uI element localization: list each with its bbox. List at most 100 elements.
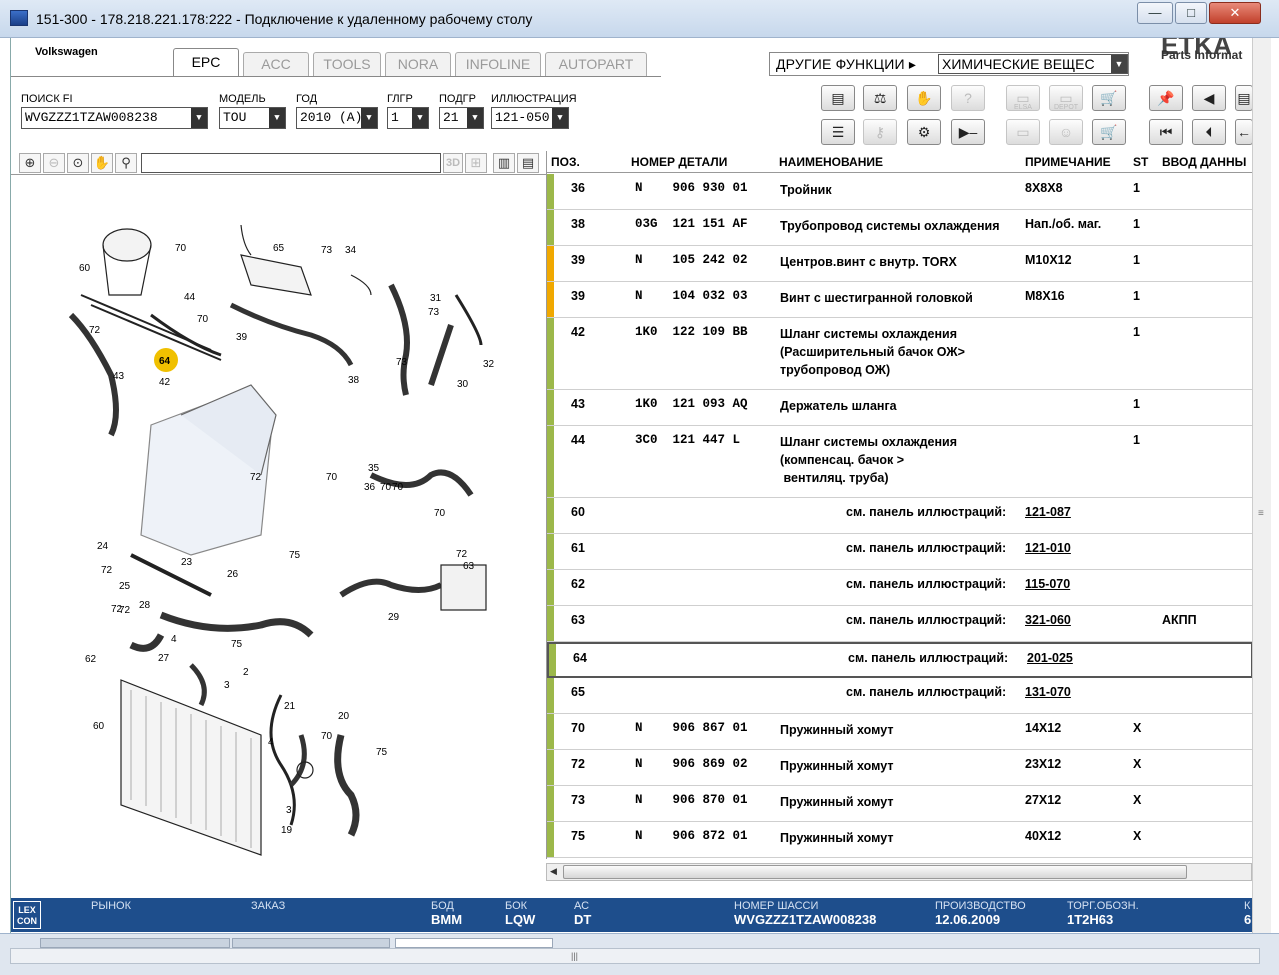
chevron-down-icon[interactable]: ▼ (1111, 55, 1127, 73)
pin-icon[interactable]: 📌 (1149, 85, 1183, 111)
col-name[interactable]: НАИМЕНОВАНИЕ (779, 155, 883, 169)
callout-label[interactable]: 70 (175, 243, 187, 254)
table-row[interactable]: 70 N 906 867 01 Пружинный хомут 14X12 X (547, 714, 1252, 750)
list-icon[interactable]: ☰ (821, 119, 855, 145)
callout-label[interactable]: 43 (113, 371, 125, 382)
callout-label[interactable]: 73 (396, 357, 408, 368)
callout-label[interactable]: 21 (284, 701, 296, 712)
search-fi-input[interactable]: WVGZZZ1TZAW008238 ▼ (21, 107, 208, 129)
people-icon[interactable]: ☺ (1049, 119, 1083, 145)
zoom-in-icon[interactable]: ⊕ (19, 153, 41, 173)
callout-label[interactable]: 75 (289, 550, 301, 561)
callout-label[interactable]: 20 (338, 711, 350, 722)
callout-label[interactable]: 30 (457, 379, 469, 390)
3d-button[interactable]: 3D (443, 153, 463, 173)
table-row[interactable]: 39 N 105 242 02 Центров.винт с внутр. TORX… (547, 246, 1252, 282)
callout-label[interactable]: 72 (89, 325, 101, 336)
callout-label[interactable]: 65 (273, 243, 285, 254)
table-row[interactable]: 75 N 906 872 01 Пружинный хомут 40X12 X (547, 822, 1252, 858)
table-row[interactable]: 60 см. панель иллюстраций: 121-087 (547, 498, 1252, 534)
task-item[interactable] (232, 938, 390, 948)
prev-page-icon[interactable]: ⏴ (1192, 119, 1226, 145)
callout-label[interactable]: 72 (101, 565, 113, 576)
back-page-icon[interactable]: ◀ (1192, 85, 1226, 111)
callout-label[interactable]: 60 (93, 721, 105, 732)
year-select[interactable]: 2010 (A) ▼ (296, 107, 378, 129)
callout-label[interactable]: 3 (224, 680, 230, 691)
monitor-icon[interactable]: ▭ (1006, 119, 1040, 145)
chevron-down-icon[interactable]: ▼ (361, 108, 377, 128)
col-pos[interactable]: ПОЗ. (551, 155, 580, 169)
callout-label[interactable]: 72 (456, 549, 468, 560)
callout-label[interactable]: 60 (79, 263, 91, 274)
elsa-button[interactable]: ▭ ELSA (1006, 85, 1040, 111)
callout-label[interactable]: 72 (111, 604, 123, 615)
callout-label[interactable]: 2 (243, 667, 249, 678)
sub-group-select[interactable]: 21 ▼ (439, 107, 484, 129)
play-minus-icon[interactable]: ▶– (951, 119, 985, 145)
pages-icon[interactable]: ▤ (1235, 85, 1253, 111)
callout-label[interactable]: 70 (321, 731, 333, 742)
illustration-link[interactable]: 321-060 (1025, 613, 1071, 627)
prev-arrow-icon[interactable]: ← (1235, 119, 1253, 145)
chevron-down-icon[interactable]: ▼ (191, 108, 207, 128)
table-row[interactable]: 39 N 104 032 03 Винт с шестигранной головк… (547, 282, 1252, 318)
scale-icon[interactable]: ⚖ (863, 85, 897, 111)
panel-icon[interactable]: ▤ (517, 153, 539, 173)
table-row[interactable]: 44 3C0 121 447 L Шланг системы охлаждения … (547, 426, 1252, 498)
callout-label[interactable]: 32 (483, 359, 495, 370)
callout-label[interactable]: 44 (184, 292, 196, 303)
callout-label[interactable]: 4 (268, 737, 274, 748)
callout-label[interactable]: 75 (376, 747, 388, 758)
tab-nora[interactable]: NORA (385, 52, 451, 76)
table-row[interactable]: 61 см. панель иллюстраций: 121-010 (547, 534, 1252, 570)
callout-label[interactable]: 35 (368, 463, 380, 474)
vertical-scrollbar[interactable]: ≡ (1252, 38, 1271, 933)
callout-label[interactable]: 70 (197, 314, 209, 325)
zoom-fit-icon[interactable]: ⊙ (67, 153, 89, 173)
tab-acc[interactable]: ACC (243, 52, 309, 76)
key-icon[interactable]: ⚷ (863, 119, 897, 145)
callout-label[interactable]: 31 (430, 293, 442, 304)
callout-label[interactable]: 26 (227, 569, 239, 580)
callout-label[interactable]: 39 (236, 332, 248, 343)
tab-epc[interactable]: EPC (173, 48, 239, 77)
remote-horizontal-scrollbar[interactable]: ||| (10, 948, 1260, 964)
chevron-down-icon[interactable]: ▼ (269, 108, 285, 128)
task-item[interactable] (40, 938, 230, 948)
callout-label[interactable]: 29 (388, 612, 400, 623)
callout-label[interactable]: 25 (119, 581, 131, 592)
task-item-active[interactable] (395, 938, 553, 948)
callout-label[interactable]: 27 (158, 653, 170, 664)
callout-label[interactable]: 63 (463, 561, 475, 572)
callout-label[interactable]: 70 (380, 482, 392, 493)
table-row[interactable]: 38 03G 121 151 AF Трубопровод системы охла… (547, 210, 1252, 246)
cart-add-icon[interactable]: 🛒 (1092, 85, 1126, 111)
illustration-link[interactable]: 121-010 (1025, 541, 1071, 555)
horizontal-scroll-thumb[interactable] (563, 865, 1187, 879)
zoom-hand-icon[interactable]: ✋ (91, 153, 113, 173)
chevron-down-icon[interactable]: ▼ (467, 108, 483, 128)
col-note[interactable]: ПРИМЕЧАНИЕ (1025, 155, 1111, 169)
print-icon[interactable]: ▤ (821, 85, 855, 111)
callout-label[interactable]: 72 (250, 472, 262, 483)
table-row[interactable]: 72 N 906 869 02 Пружинный хомут 23X12 X (547, 750, 1252, 786)
table-row[interactable]: 36 N 906 930 01 Тройник 8X8X8 1 (547, 174, 1252, 210)
chevron-down-icon[interactable]: ▼ (552, 108, 568, 128)
table-row[interactable]: 63 см. панель иллюстраций: 321-060 АКПП (547, 606, 1252, 642)
scroll-grip-icon[interactable]: ≡ (1258, 508, 1264, 519)
search-icon[interactable]: ⚲ (115, 153, 137, 173)
callout-label[interactable]: 70 (326, 472, 338, 483)
callout-label[interactable]: 38 (348, 375, 360, 386)
handshake-icon[interactable]: ✋ (907, 85, 941, 111)
table-row[interactable]: 73 N 906 870 01 Пружинный хомут 27X12 X (547, 786, 1252, 822)
callout-label[interactable]: 34 (345, 245, 357, 256)
illustration-link[interactable]: 201-025 (1027, 651, 1073, 665)
other-functions-label[interactable]: ДРУГИЕ ФУНКЦИИ ▸ (776, 56, 916, 73)
illustration-search-input[interactable] (141, 153, 441, 173)
table-row[interactable]: 42 1K0 122 109 BB Шланг системы охлаждения… (547, 318, 1252, 390)
callout-label[interactable]: 4 (171, 634, 177, 645)
illustration-link[interactable]: 131-070 (1025, 685, 1071, 699)
col-st[interactable]: ST (1133, 155, 1148, 169)
callout-label[interactable]: 75 (231, 639, 243, 650)
